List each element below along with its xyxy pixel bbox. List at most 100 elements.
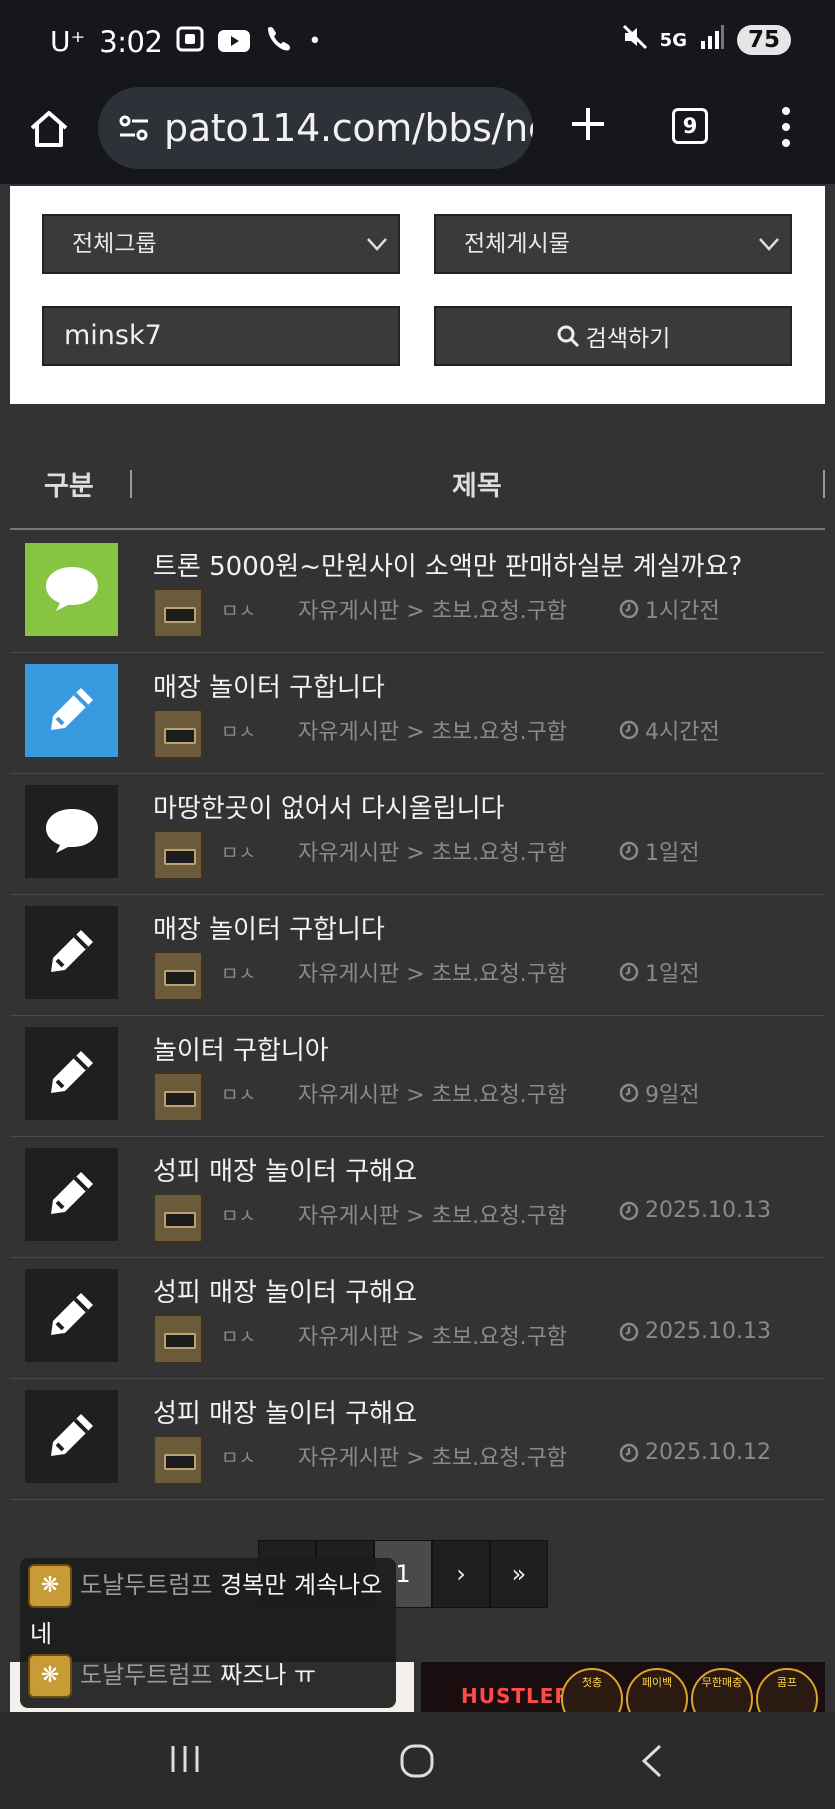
new-tab-button[interactable] bbox=[568, 104, 608, 144]
pencil-icon bbox=[45, 1166, 99, 1224]
search-button[interactable]: 검색하기 bbox=[434, 306, 792, 366]
dot-indicator: • bbox=[308, 29, 322, 54]
chat-overlay[interactable]: ❋ 도날두트럼프 경복만 계속나오 네 ❋ 도날두트럼프 짜즈나 ㅠ bbox=[20, 1558, 396, 1708]
screenshot-icon bbox=[176, 25, 204, 59]
speech-bubble-icon bbox=[42, 563, 102, 617]
chat-text: 네 bbox=[30, 1620, 53, 1648]
post-list: 트론 5000원~만원사이 소액만 판매하실분 계실까요? ㅁㅅ 자유게시판 > … bbox=[10, 532, 825, 1500]
post-author[interactable]: ㅁㅅ bbox=[221, 959, 256, 986]
post-board: 자유게시판 > 초보.요청.구함 bbox=[298, 720, 568, 745]
clock-icon bbox=[619, 1443, 639, 1462]
post-board: 자유게시판 > 초보.요청.구함 bbox=[298, 962, 568, 987]
call-icon bbox=[264, 24, 294, 59]
chat-level-icon: ❋ bbox=[28, 1564, 72, 1608]
system-nav-bar bbox=[0, 1712, 835, 1809]
list-item[interactable]: 성피 매장 놀이터 구해요 ㅁㅅ 자유게시판 > 초보.요청.구함 2025.10.… bbox=[10, 1137, 825, 1258]
chevron-down-icon bbox=[367, 238, 387, 251]
pencil-icon bbox=[45, 1045, 99, 1103]
pencil-icon bbox=[45, 924, 99, 982]
post-title[interactable]: 성피 매장 놀이터 구해요 bbox=[153, 1393, 417, 1430]
post-time: 2025.10.13 bbox=[645, 1198, 771, 1223]
pencil-icon bbox=[45, 1287, 99, 1345]
post-author[interactable]: ㅁㅅ bbox=[221, 1443, 256, 1470]
clock-icon bbox=[619, 841, 639, 861]
column-title: 제목 bbox=[452, 471, 502, 502]
browser-toolbar: pato114.com/bbs/ne 9 bbox=[0, 84, 835, 184]
post-title[interactable]: 매장 놀이터 구합니다 bbox=[153, 667, 385, 704]
search-icon bbox=[557, 325, 579, 348]
post-type-thumb bbox=[25, 1148, 118, 1241]
post-author[interactable]: ㅁㅅ bbox=[221, 1322, 256, 1349]
more-menu-icon[interactable] bbox=[778, 102, 794, 152]
post-title[interactable]: 트론 5000원~만원사이 소액만 판매하실분 계실까요? bbox=[153, 546, 742, 583]
pencil-icon bbox=[45, 1408, 99, 1466]
post-time: 9일전 bbox=[645, 1083, 700, 1108]
post-author[interactable]: ㅁㅅ bbox=[221, 596, 256, 623]
back-icon[interactable] bbox=[638, 1742, 668, 1784]
post-author[interactable]: ㅁㅅ bbox=[221, 1201, 256, 1228]
tab-switcher-button[interactable]: 9 bbox=[672, 108, 708, 144]
ad-banner-right[interactable]: HUSTLER 첫충 페이백 무한매충 콤프 bbox=[421, 1662, 825, 1712]
last-page-button[interactable]: » bbox=[490, 1540, 548, 1608]
list-item[interactable]: 매장 놀이터 구합니다 ㅁㅅ 자유게시판 > 초보.요청.구함 4시간전 bbox=[10, 653, 825, 774]
post-time: 4시간전 bbox=[645, 720, 720, 745]
clock-icon bbox=[619, 962, 639, 982]
post-author[interactable]: ㅁㅅ bbox=[221, 838, 256, 865]
post-type-thumb bbox=[25, 785, 118, 878]
chat-text: 짜즈나 ㅠ bbox=[220, 1661, 317, 1689]
avatar bbox=[153, 1072, 203, 1122]
post-type-thumb bbox=[25, 1027, 118, 1120]
chevron-down-icon bbox=[759, 238, 779, 251]
post-time: 1일전 bbox=[645, 962, 700, 987]
banner-badge: 첫충 bbox=[561, 1668, 623, 1712]
avatar bbox=[153, 709, 203, 759]
list-item[interactable]: 마땅한곳이 없어서 다시올립니다 ㅁㅅ 자유게시판 > 초보.요청.구함 1일전 bbox=[10, 774, 825, 895]
group-select-value: 전체그룹 bbox=[72, 231, 157, 257]
group-select[interactable]: 전체그룹 bbox=[42, 214, 400, 274]
avatar bbox=[153, 1314, 203, 1364]
mute-icon bbox=[622, 24, 648, 56]
post-time: 2025.10.12 bbox=[645, 1440, 771, 1465]
post-title[interactable]: 마땅한곳이 없어서 다시올립니다 bbox=[153, 788, 504, 825]
post-title[interactable]: 성피 매장 놀이터 구해요 bbox=[153, 1272, 417, 1309]
list-item[interactable]: 매장 놀이터 구합니다 ㅁㅅ 자유게시판 > 초보.요청.구함 1일전 bbox=[10, 895, 825, 1016]
search-panel: 전체그룹 전체게시물 minsk7 검색하기 bbox=[10, 186, 825, 404]
network-type: 5G bbox=[659, 29, 687, 51]
post-title[interactable]: 매장 놀이터 구합니다 bbox=[153, 909, 385, 946]
post-title[interactable]: 성피 매장 놀이터 구해요 bbox=[153, 1151, 417, 1188]
list-item[interactable]: 놀이터 구합니아 ㅁㅅ 자유게시판 > 초보.요청.구함 9일전 bbox=[10, 1016, 825, 1137]
search-input[interactable]: minsk7 bbox=[42, 306, 400, 366]
banner-badge: 콤프 bbox=[756, 1668, 818, 1712]
search-button-label: 검색하기 bbox=[585, 326, 671, 352]
column-divider bbox=[823, 470, 825, 498]
post-title[interactable]: 놀이터 구합니아 bbox=[153, 1030, 329, 1067]
banner-badge: 무한매충 bbox=[691, 1668, 753, 1712]
home-button[interactable] bbox=[24, 104, 74, 154]
url-text[interactable]: pato114.com/bbs/ne bbox=[164, 106, 533, 150]
avatar bbox=[153, 830, 203, 880]
column-divider bbox=[130, 470, 132, 498]
post-author[interactable]: ㅁㅅ bbox=[221, 717, 256, 744]
list-item[interactable]: 트론 5000원~만원사이 소액만 판매하실분 계실까요? ㅁㅅ 자유게시판 > … bbox=[10, 532, 825, 653]
site-settings-icon[interactable] bbox=[114, 108, 154, 148]
post-author[interactable]: ㅁㅅ bbox=[221, 1080, 256, 1107]
recent-apps-icon[interactable] bbox=[168, 1742, 202, 1780]
clock-icon bbox=[619, 1083, 639, 1103]
board-select[interactable]: 전체게시물 bbox=[434, 214, 792, 274]
post-time: 1일전 bbox=[645, 841, 700, 866]
home-nav-icon[interactable] bbox=[398, 1742, 436, 1784]
list-item[interactable]: 성피 매장 놀이터 구해요 ㅁㅅ 자유게시판 > 초보.요청.구함 2025.10.… bbox=[10, 1258, 825, 1379]
chat-message: ❋ 도날두트럼프 경복만 계속나오 bbox=[28, 1564, 382, 1608]
list-item[interactable]: 성피 매장 놀이터 구해요 ㅁㅅ 자유게시판 > 초보.요청.구함 2025.10.… bbox=[10, 1379, 825, 1500]
next-page-button[interactable]: › bbox=[432, 1540, 490, 1608]
chat-username[interactable]: 도날두트럼프 bbox=[80, 1571, 212, 1599]
clock-time: 3:02 bbox=[99, 24, 163, 59]
post-type-thumb bbox=[25, 543, 118, 636]
carrier-label: U⁺ bbox=[50, 25, 86, 58]
post-type-thumb bbox=[25, 664, 118, 757]
battery-level: 75 bbox=[736, 25, 791, 55]
address-bar[interactable]: pato114.com/bbs/ne bbox=[98, 87, 533, 169]
chat-username[interactable]: 도날두트럼프 bbox=[80, 1661, 212, 1689]
post-time: 1시간전 bbox=[645, 599, 720, 624]
signal-icon bbox=[699, 25, 725, 55]
